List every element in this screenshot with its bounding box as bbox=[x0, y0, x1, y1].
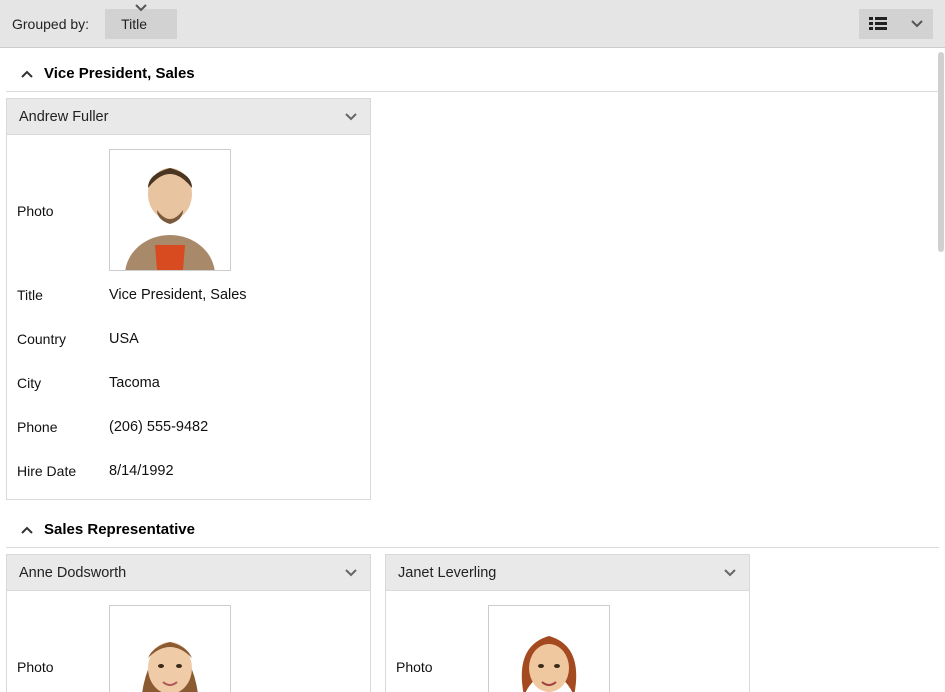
card-row: Phone (206) 555-9482 bbox=[17, 405, 360, 449]
employee-card: Janet Leverling Photo bbox=[385, 554, 750, 692]
chevron-up-icon bbox=[20, 525, 34, 535]
field-label: Photo bbox=[396, 659, 488, 675]
field-label: Photo bbox=[17, 659, 109, 675]
toolbar: Grouped by: Title bbox=[0, 0, 945, 48]
field-value: USA bbox=[109, 331, 139, 347]
field-label: City bbox=[17, 375, 109, 391]
group-field-chip[interactable]: Title bbox=[105, 9, 177, 39]
card-body: Photo Title Vice Preside bbox=[7, 135, 370, 499]
chevron-down-icon bbox=[911, 20, 923, 28]
field-label: Hire Date bbox=[17, 463, 109, 479]
card-row: Title Vice President, Sales bbox=[17, 273, 360, 317]
chevron-down-icon bbox=[344, 112, 358, 122]
group-field-label: Title bbox=[121, 16, 147, 32]
view-mode-button[interactable] bbox=[859, 9, 933, 39]
photo-frame bbox=[109, 149, 231, 271]
group-header[interactable]: Sales Representative bbox=[6, 510, 939, 548]
card-name: Anne Dodsworth bbox=[19, 565, 126, 581]
photo-frame bbox=[488, 605, 610, 692]
photo-frame bbox=[109, 605, 231, 692]
field-value: Tacoma bbox=[109, 375, 160, 391]
grouped-by-label: Grouped by: bbox=[12, 16, 105, 32]
chevron-up-icon bbox=[20, 69, 34, 79]
cards-row: Andrew Fuller Photo bbox=[6, 98, 939, 508]
card-name: Janet Leverling bbox=[398, 565, 496, 581]
card-body: Photo bbox=[7, 591, 370, 692]
group-title: Sales Representative bbox=[44, 521, 195, 538]
chevron-down-icon bbox=[134, 3, 148, 13]
person-photo bbox=[494, 606, 604, 692]
employee-card: Andrew Fuller Photo bbox=[6, 98, 371, 500]
group-title: Vice President, Sales bbox=[44, 65, 195, 82]
scrollbar[interactable] bbox=[935, 48, 945, 692]
cards-row: Anne Dodsworth Photo bbox=[6, 554, 939, 692]
card-header[interactable]: Janet Leverling bbox=[386, 555, 749, 591]
card-row-photo: Photo bbox=[17, 143, 360, 273]
employee-card: Anne Dodsworth Photo bbox=[6, 554, 371, 692]
card-body: Photo bbox=[386, 591, 749, 692]
content-area: Vice President, Sales Andrew Fuller Phot… bbox=[0, 48, 945, 692]
card-row: City Tacoma bbox=[17, 361, 360, 405]
list-icon bbox=[869, 17, 887, 31]
card-header[interactable]: Anne Dodsworth bbox=[7, 555, 370, 591]
person-photo bbox=[115, 606, 225, 692]
card-header[interactable]: Andrew Fuller bbox=[7, 99, 370, 135]
group-header[interactable]: Vice President, Sales bbox=[6, 54, 939, 92]
field-value: (206) 555-9482 bbox=[109, 419, 208, 435]
card-row-photo: Photo bbox=[396, 599, 739, 692]
card-name: Andrew Fuller bbox=[19, 109, 108, 125]
field-label: Photo bbox=[17, 203, 109, 219]
field-label: Title bbox=[17, 287, 109, 303]
field-label: Country bbox=[17, 331, 109, 347]
chevron-down-icon bbox=[723, 568, 737, 578]
field-value: Vice President, Sales bbox=[109, 287, 247, 303]
field-value: 8/14/1992 bbox=[109, 463, 174, 479]
scrollbar-thumb[interactable] bbox=[938, 52, 944, 252]
card-row: Country USA bbox=[17, 317, 360, 361]
chevron-down-icon bbox=[344, 568, 358, 578]
field-label: Phone bbox=[17, 419, 109, 435]
card-row: Hire Date 8/14/1992 bbox=[17, 449, 360, 493]
person-photo bbox=[115, 150, 225, 270]
card-row-photo: Photo bbox=[17, 599, 360, 692]
